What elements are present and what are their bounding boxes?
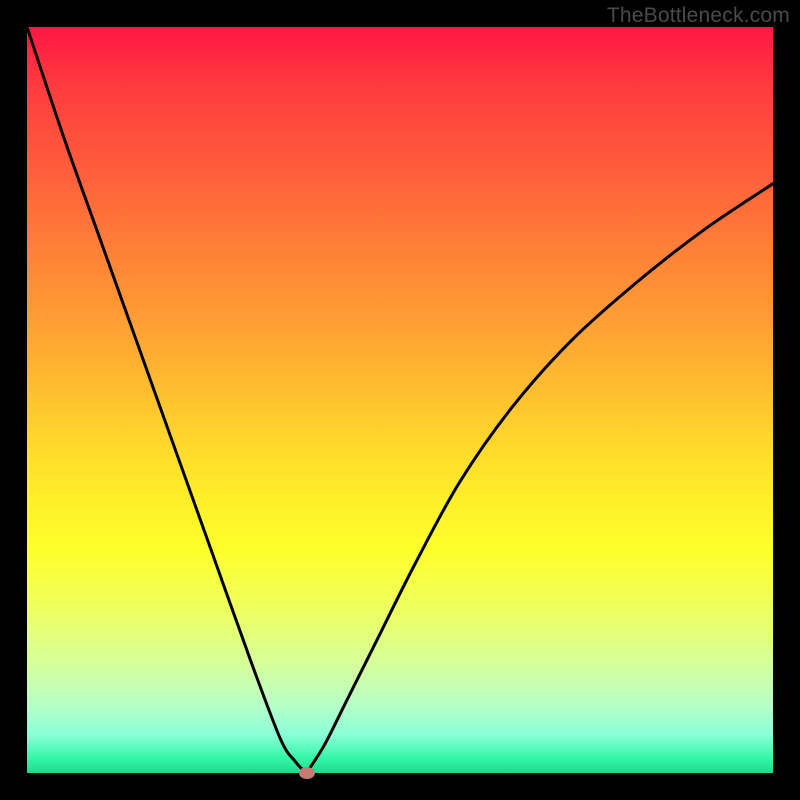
optimal-point-marker: [299, 767, 315, 779]
chart-plot-area: [27, 27, 773, 773]
watermark-text: TheBottleneck.com: [607, 4, 790, 28]
bottleneck-curve: [27, 27, 773, 773]
